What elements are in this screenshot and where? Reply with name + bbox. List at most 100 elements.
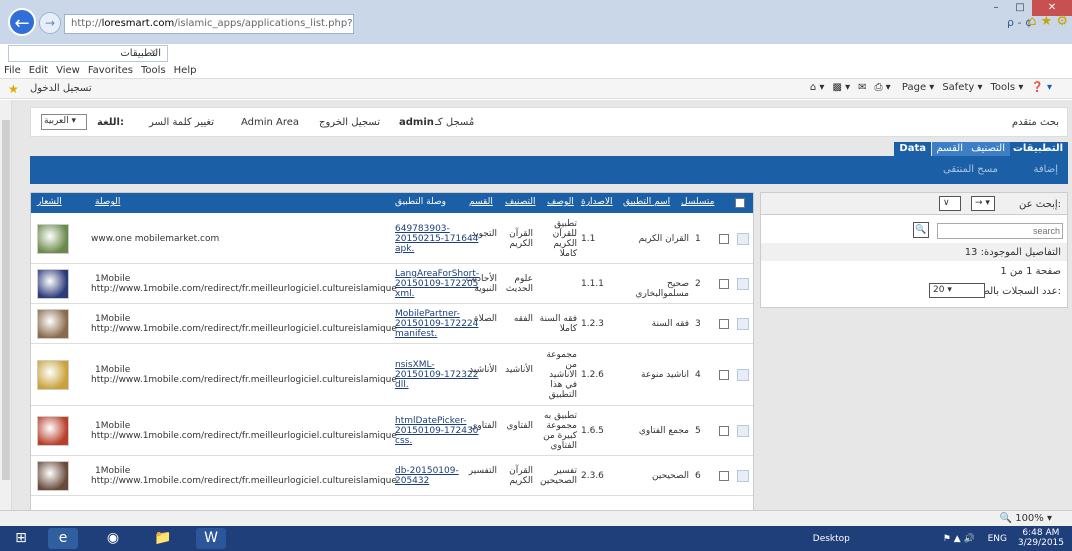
app-file-link[interactable]: LangAreaForShort- 20150109-172205 xml. (395, 269, 479, 299)
tab-data[interactable]: Data (894, 142, 931, 156)
serial-cell: 1 (695, 234, 701, 244)
menu-favorites[interactable]: Favorites (88, 65, 133, 76)
app-file-link[interactable]: MobilePartner- 20150109-172224 manifest. (395, 309, 478, 339)
scrollbar-thumb[interactable] (2, 120, 10, 480)
app-link-line: 20150109-172322 (395, 370, 479, 380)
help-icon[interactable]: ❓ ▾ (1031, 82, 1052, 93)
forward-arrow-icon[interactable]: → (39, 12, 61, 34)
app-logo-image (37, 224, 69, 254)
browser-tab[interactable]: التطبيقات × (8, 45, 168, 62)
description-line: للقرآن (552, 229, 577, 239)
col-logo[interactable]: الشعار (37, 197, 62, 207)
serial-cell: 2 (695, 279, 701, 289)
menu-tools[interactable]: Tools (141, 65, 166, 76)
row-checkbox[interactable] (719, 426, 729, 436)
row-checkbox[interactable] (719, 234, 729, 244)
row-checkbox[interactable] (719, 471, 729, 481)
tab-section[interactable]: القسم (931, 142, 968, 156)
back-arrow-icon[interactable]: ← (8, 8, 36, 36)
feeds-icon[interactable]: ▩ ▾ (832, 82, 850, 93)
col-serial[interactable]: متسلسل (681, 197, 714, 207)
col-section[interactable]: القسم (469, 197, 493, 207)
minimize-icon[interactable]: – (984, 0, 1008, 16)
tab-applications[interactable]: التطبيقات (1007, 142, 1068, 156)
row-checkbox[interactable] (719, 319, 729, 329)
safety-menu[interactable]: Safety ▾ (942, 82, 982, 93)
per-page-select[interactable]: 20 ▾ (929, 283, 985, 298)
favorite-link-login[interactable]: تسجيل الدخول (30, 83, 92, 94)
language-select[interactable]: العربية ▾ (41, 114, 87, 130)
link-line: 1Mobile (95, 274, 131, 284)
edit-icon[interactable] (737, 233, 749, 245)
app-name-cell: اناشيد منوعة (641, 370, 689, 380)
link-cell: 1Mobile http://www.1mobile.com/redirect/f… (91, 466, 397, 486)
app-file-link[interactable]: nsisXML- 20150109-172322 dll. (395, 360, 478, 390)
home-icon[interactable]: ⌂ ▾ (810, 82, 825, 93)
mail-icon[interactable]: ✉ (858, 82, 866, 93)
edit-icon[interactable] (737, 278, 749, 290)
row-checkbox[interactable] (719, 279, 729, 289)
vertical-scrollbar[interactable] (0, 100, 12, 510)
internet-explorer-icon[interactable]: e (48, 528, 78, 549)
col-description[interactable]: الوصف (547, 197, 574, 207)
menu-help[interactable]: Help (174, 65, 197, 76)
tools-menu[interactable]: Tools ▾ (991, 82, 1024, 93)
advanced-search-link[interactable]: بحث متقدم (1012, 117, 1059, 128)
description-line: كاملا (559, 324, 577, 334)
menu-view[interactable]: View (56, 65, 80, 76)
windows-start-icon[interactable]: ⊞ (6, 528, 36, 549)
edit-icon[interactable] (737, 318, 749, 330)
search-icon[interactable]: 🔍 (913, 222, 929, 238)
category-cell: القرآن الكريم (509, 466, 533, 486)
col-version[interactable]: الاصدارة (581, 197, 613, 207)
col-category[interactable]: التصنيف (505, 197, 536, 207)
page-menu[interactable]: Page ▾ (902, 82, 934, 93)
logout-link[interactable]: تسجيل الخروج (319, 117, 380, 128)
link-line: 1Mobile (95, 466, 131, 476)
found-count: 13 (964, 247, 978, 258)
favorites-star-icon[interactable]: ★ (8, 82, 19, 96)
edit-icon[interactable] (737, 369, 749, 381)
search-option-select[interactable]: ∨ (939, 196, 961, 211)
home-star-gear-icons[interactable]: ⌂ ★ ⚙ (1028, 14, 1068, 29)
admin-area-link[interactable]: Admin Area (241, 117, 299, 128)
clock[interactable]: 6:48 AM 3/29/2015 (1018, 528, 1064, 548)
search-input[interactable] (937, 223, 1063, 239)
word-icon[interactable]: W (196, 528, 226, 549)
description-line: التطبيق (548, 390, 577, 400)
taskbar: ⊞ e ◉ 📁 W Desktop ⚑ ▲ 🔊 ENG 6:48 AM 3/29/… (0, 526, 1072, 551)
col-app-name[interactable]: اسم التطبيق (623, 197, 670, 207)
app-name-cell: صحيح مسلموالبخاري (635, 279, 689, 299)
language-indicator[interactable]: ENG (988, 534, 1007, 544)
add-link[interactable]: إضافة (1034, 164, 1058, 175)
app-file-link[interactable]: htmlDatePicker- 20150109-172430 css. (395, 416, 478, 446)
tab-close-icon[interactable]: × (149, 47, 157, 58)
tray-icons[interactable]: ⚑ ▲ 🔊 (943, 534, 975, 544)
firefox-icon[interactable]: ◉ (98, 528, 128, 549)
app-link-line: manifest. (395, 329, 438, 339)
select-all-checkbox[interactable] (735, 198, 745, 208)
print-icon[interactable]: ⎙ ▾ (875, 82, 891, 93)
app-name-cell: القران الكريم (638, 234, 689, 244)
tab-category[interactable]: التصنيف (966, 142, 1010, 156)
section-cell: التفسير (468, 466, 497, 476)
address-bar[interactable]: http://loresmart.com/islamic_apps/applic… (64, 14, 354, 34)
delete-selected-link[interactable]: مسح المنتقى (943, 164, 998, 175)
app-file-link[interactable]: 649783903- 20150215-171644 apk. (395, 224, 478, 254)
file-explorer-icon[interactable]: 📁 (148, 528, 178, 549)
menu-edit[interactable]: Edit (29, 65, 48, 76)
description-line: الاناشيد (549, 370, 577, 380)
col-link[interactable]: الوصلة (95, 197, 120, 207)
menu-file[interactable]: File (4, 65, 21, 76)
change-password-link[interactable]: تغيير كلمة السر (149, 117, 214, 128)
system-tray: Desktop ⚑ ▲ 🔊 ENG 6:48 AM 3/29/2015 (813, 528, 1064, 548)
version-cell: 1.2.6 (581, 370, 604, 380)
row-checkbox[interactable] (719, 370, 729, 380)
zoom-level[interactable]: 🔍 100% ▾ (1000, 513, 1052, 524)
app-link-line: xml. (395, 289, 415, 299)
search-field-select[interactable]: → ▾ (971, 196, 995, 211)
desktop-label[interactable]: Desktop (813, 534, 850, 544)
edit-icon[interactable] (737, 425, 749, 437)
app-file-link[interactable]: db-20150109- 205432 (395, 466, 459, 486)
edit-icon[interactable] (737, 470, 749, 482)
